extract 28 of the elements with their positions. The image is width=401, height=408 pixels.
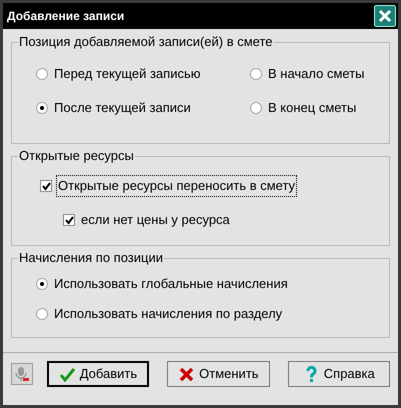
- close-icon[interactable]: [374, 5, 396, 27]
- radio-label: Перед текущей записью: [54, 65, 200, 84]
- cross-icon: [178, 366, 196, 382]
- radio-button[interactable]: [250, 102, 262, 114]
- cancel-button[interactable]: Отменить: [167, 361, 270, 387]
- radio-label: После текущей записи: [54, 99, 191, 118]
- help-button[interactable]: Справка: [288, 361, 390, 387]
- radio-label: В конец сметы: [268, 99, 356, 118]
- radio-button[interactable]: [36, 278, 48, 290]
- microphone-icon: [14, 366, 29, 382]
- radio-button[interactable]: [250, 68, 262, 80]
- window-title: Добавление записи: [7, 8, 124, 25]
- radio-label: Использовать глобальные начисления: [54, 275, 288, 294]
- radio-label: В начало сметы: [268, 65, 365, 84]
- radio-button[interactable]: [36, 102, 48, 114]
- ok-button[interactable]: Добавить: [46, 361, 150, 387]
- checkbox[interactable]: [40, 180, 52, 192]
- group-title: Позиция добавляемой записи(ей) в смете: [18, 34, 274, 50]
- group-title: Начисления по позиции: [18, 250, 164, 266]
- checkbox-label: если нет цены у ресурса: [80, 211, 231, 230]
- radio-button[interactable]: [36, 68, 48, 80]
- check-icon: [58, 366, 76, 382]
- checkbox[interactable]: [63, 214, 75, 226]
- radio-button[interactable]: [36, 308, 48, 320]
- checkbox-label: Открытые ресурсы переносить в смету: [56, 175, 298, 197]
- group-title: Открытые ресурсы: [18, 148, 135, 164]
- radio-label: Использовать начисления по разделу: [54, 305, 282, 324]
- microphone-button[interactable]: [11, 363, 33, 385]
